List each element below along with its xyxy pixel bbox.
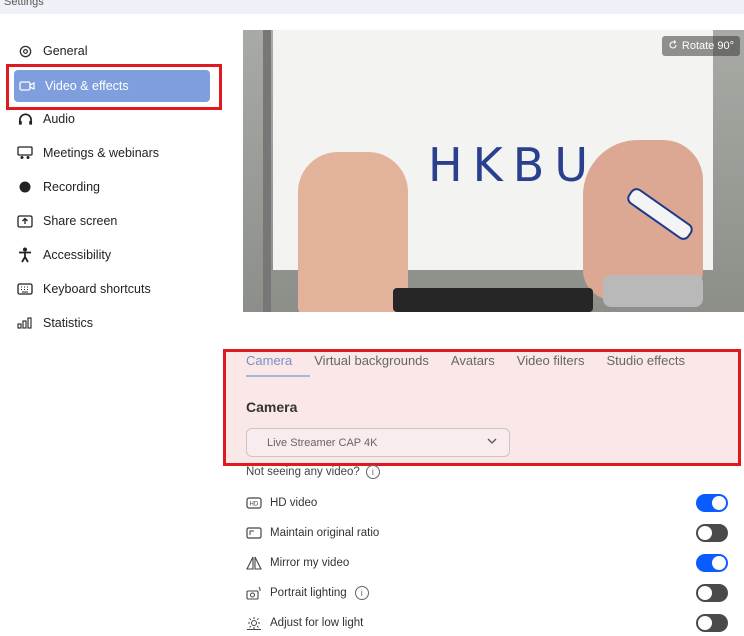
wristwatch <box>603 275 703 307</box>
sidebar-item-accessibility[interactable]: Accessibility <box>16 240 212 270</box>
sidebar-item-general[interactable]: General <box>16 36 212 66</box>
tab-avatars[interactable]: Avatars <box>451 353 495 368</box>
active-tab-underline <box>246 375 310 377</box>
tab-studio-effects[interactable]: Studio effects <box>606 353 685 368</box>
rotate-button[interactable]: Rotate 90° <box>661 36 740 56</box>
video-preview: HKBU Rotate 90° <box>243 30 744 312</box>
highlight-box-sidebar <box>6 64 222 110</box>
rotate-label: Rotate 90° <box>681 40 734 52</box>
sidebar-item-label: Meetings & webinars <box>43 146 160 160</box>
gear-icon <box>16 43 34 59</box>
sidebar-item-label: Keyboard shortcuts <box>43 282 151 296</box>
maintain-ratio-toggle[interactable] <box>696 524 728 542</box>
meetings-icon <box>16 145 34 161</box>
low-light-icon <box>246 616 262 630</box>
camera-select-value: Live Streamer CAP 4K <box>267 436 378 449</box>
option-portrait-lighting: Portrait lighting i <box>246 582 369 604</box>
share-screen-icon <box>16 213 34 229</box>
sidebar-item-recording[interactable]: Recording <box>16 172 212 202</box>
keyboard-icon <box>16 281 34 297</box>
portrait-lighting-toggle[interactable] <box>696 584 728 602</box>
sidebar-item-label: Recording <box>43 180 100 194</box>
camera-section-title: Camera <box>246 399 298 415</box>
window-title: Settings <box>4 0 44 8</box>
title-bar: Settings <box>0 0 744 14</box>
sidebar-item-statistics[interactable]: Statistics <box>16 308 212 338</box>
hd-video-toggle[interactable] <box>696 494 728 512</box>
camera-select[interactable]: Live Streamer CAP 4K <box>246 428 510 457</box>
sidebar-item-meetings-webinars[interactable]: Meetings & webinars <box>16 138 212 168</box>
whiteboard-text: HKBU <box>428 138 598 192</box>
sidebar-item-share-screen[interactable]: Share screen <box>16 206 212 236</box>
video-tabs: Camera Virtual backgrounds Avatars Video… <box>246 353 707 368</box>
tab-video-filters[interactable]: Video filters <box>517 353 585 368</box>
record-icon <box>16 179 34 195</box>
hd-icon: HD <box>246 496 262 510</box>
statistics-icon <box>16 315 34 331</box>
option-label: Portrait lighting <box>270 587 347 599</box>
svg-text:HD: HD <box>250 502 259 508</box>
option-mirror-video: Mirror my video <box>246 552 349 574</box>
accessibility-icon <box>16 247 34 263</box>
option-maintain-ratio: Maintain original ratio <box>246 522 379 544</box>
portrait-lighting-icon <box>246 586 262 600</box>
device-console <box>393 288 593 312</box>
sidebar-item-label: Accessibility <box>43 248 112 262</box>
sidebar-item-label: Statistics <box>43 316 94 330</box>
info-icon[interactable]: i <box>365 465 380 479</box>
info-icon[interactable]: i <box>354 586 369 600</box>
whiteboard-frame <box>263 30 271 312</box>
no-video-help[interactable]: Not seeing any video? i <box>246 465 380 479</box>
chevron-down-icon <box>487 437 497 448</box>
sidebar-item-label: Audio <box>43 112 75 126</box>
sidebar-item-keyboard-shortcuts[interactable]: Keyboard shortcuts <box>16 274 212 304</box>
sidebar-item-label: General <box>43 44 88 58</box>
option-label: Maintain original ratio <box>270 527 380 539</box>
left-hand <box>298 152 408 312</box>
low-light-toggle[interactable] <box>696 614 728 632</box>
sidebar-item-label: Share screen <box>43 214 118 228</box>
option-label: HD video <box>270 497 318 509</box>
ratio-icon <box>246 526 262 540</box>
option-hd-video: HD HD video <box>246 492 317 514</box>
mirror-icon <box>246 556 262 570</box>
headphones-icon <box>16 111 34 127</box>
mirror-video-toggle[interactable] <box>696 554 728 572</box>
rotate-icon <box>668 39 678 53</box>
option-label: Adjust for low light <box>270 617 364 629</box>
tab-camera[interactable]: Camera <box>246 353 292 368</box>
option-label: Mirror my video <box>270 557 350 569</box>
no-video-help-text: Not seeing any video? <box>246 466 360 478</box>
tab-virtual-backgrounds[interactable]: Virtual backgrounds <box>314 353 429 368</box>
option-low-light: Adjust for low light <box>246 612 363 634</box>
